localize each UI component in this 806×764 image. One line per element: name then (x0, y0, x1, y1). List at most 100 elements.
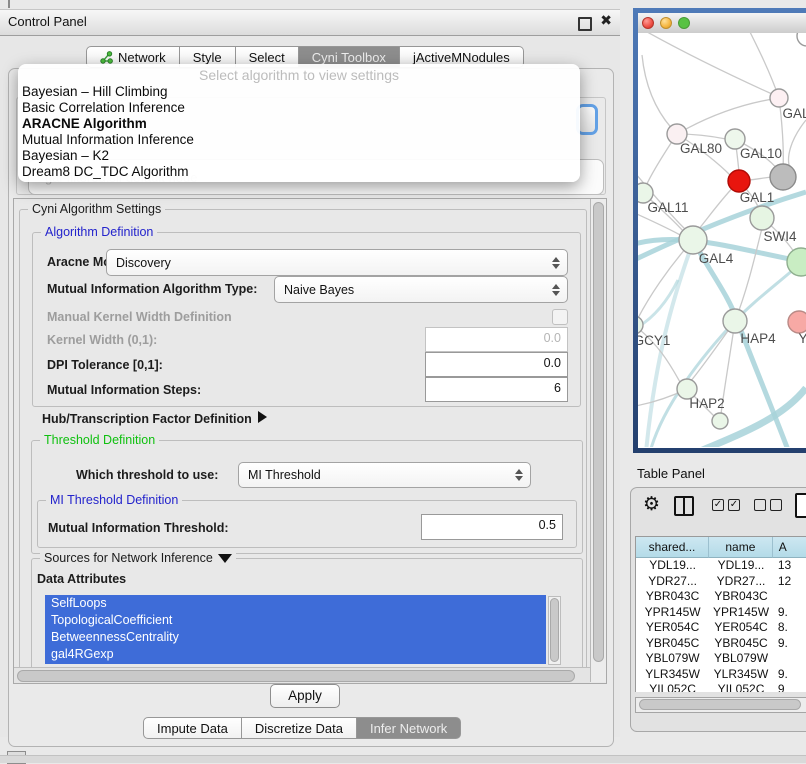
scrollbar-thumb[interactable] (593, 202, 604, 662)
table-cell[interactable]: YER054C (636, 620, 709, 636)
table-cell[interactable]: YBR043C (636, 589, 709, 605)
control-panel-titlebar: Control Panel ✖ (0, 9, 620, 36)
mi-threshold-field[interactable]: 0.5 (421, 514, 563, 540)
network-edge[interactable] (642, 55, 677, 134)
attributes-list-scrollbar[interactable] (548, 596, 561, 665)
scrollbar-thumb[interactable] (550, 598, 559, 662)
settings-vertical-scrollbar[interactable] (590, 199, 606, 682)
algorithm-option[interactable]: Dream8 DC_TDC Algorithm (22, 164, 576, 180)
network-node[interactable] (788, 311, 806, 333)
table-cell[interactable] (773, 589, 806, 605)
checked-checkbox-icon[interactable]: ✓ (728, 499, 740, 511)
table-row[interactable]: YDR27...YDR27...12 (636, 574, 806, 590)
table-cell[interactable]: YBL079W (636, 651, 709, 667)
gear-icon[interactable]: ⚙ (643, 493, 660, 516)
table-cell[interactable]: YPR145W (636, 605, 709, 621)
columns-icon[interactable] (674, 496, 694, 516)
column-header[interactable]: shared... (636, 537, 709, 558)
table-row[interactable]: YLR345WYLR345W9. (636, 667, 806, 683)
unchecked-checkbox-icon[interactable] (754, 499, 766, 511)
close-icon[interactable]: ✖ (600, 12, 612, 29)
network-node[interactable] (728, 170, 750, 192)
table-cell[interactable]: 8. (773, 620, 806, 636)
attribute-list-item[interactable]: SelfLoops (45, 595, 546, 612)
table-cell[interactable]: YBR043C (709, 589, 773, 605)
table-row[interactable]: YBR045CYBR045C9. (636, 636, 806, 652)
attribute-list-item[interactable]: BetweennessCentrality (45, 629, 546, 646)
data-attributes-list[interactable]: SelfLoopsTopologicalCoefficientBetweenne… (45, 595, 546, 664)
mi-steps-field[interactable]: 6 (425, 377, 568, 402)
table-cell[interactable]: YIL052C (709, 682, 773, 692)
zoom-traffic-light-icon[interactable] (678, 17, 690, 29)
unchecked-checkbox-icon[interactable] (770, 499, 782, 511)
network-edge[interactable] (748, 33, 779, 98)
table-cell[interactable]: YBL079W (709, 651, 773, 667)
manual-kernel-checkbox[interactable] (552, 309, 568, 325)
network-edge[interactable] (677, 98, 779, 134)
network-node[interactable] (712, 413, 728, 429)
algorithm-option[interactable]: ARACNE Algorithm (22, 116, 576, 132)
algorithm-option[interactable]: Mutual Information Inference (22, 132, 576, 148)
table-cell[interactable]: YDR27... (709, 574, 773, 590)
kernel-width-field[interactable]: 0.0 (425, 327, 568, 352)
table-cell[interactable]: YDL19... (636, 558, 709, 574)
table-horizontal-scrollbar[interactable] (635, 697, 806, 713)
network-edge[interactable] (640, 33, 772, 94)
hub-definition-toggle[interactable]: Hub/Transcription Factor Definition (42, 411, 267, 426)
settings-horizontal-scrollbar[interactable] (14, 667, 590, 683)
minimize-traffic-light-icon[interactable] (660, 17, 672, 29)
table-cell[interactable]: 9. (773, 636, 806, 652)
network-canvas[interactable]: GALGAL80GAL10GAL1GAL11SWI4GAL4GCY1HAP4YH… (638, 33, 806, 447)
aracne-mode-combobox[interactable]: Discovery (106, 249, 568, 276)
column-header[interactable]: name (709, 537, 773, 558)
mi-algorithm-type-combobox[interactable]: Naive Bayes (274, 276, 568, 303)
dpi-tolerance-field[interactable]: 0.0 (425, 352, 568, 377)
apply-button[interactable]: Apply (270, 684, 340, 708)
tab-impute-data[interactable]: Impute Data (143, 717, 242, 739)
network-node[interactable] (770, 164, 796, 190)
column-header[interactable]: A (773, 537, 806, 558)
sources-toggle[interactable]: Sources for Network Inference (40, 551, 236, 565)
table-cell[interactable]: YDR27... (636, 574, 709, 590)
attribute-list-item[interactable]: TopologicalCoefficient (45, 612, 546, 629)
scrollbar-thumb[interactable] (17, 670, 575, 682)
table-cell[interactable] (773, 651, 806, 667)
float-window-icon[interactable] (578, 17, 592, 31)
table-cell[interactable]: YBR045C (636, 636, 709, 652)
which-threshold-combobox[interactable]: MI Threshold (238, 462, 531, 488)
table-row[interactable]: YPR145WYPR145W9. (636, 605, 806, 621)
tab-discretize-data[interactable]: Discretize Data (242, 717, 357, 739)
algorithm-option[interactable]: Basic Correlation Inference (22, 100, 576, 116)
table-row[interactable]: YDL19...YDL19...13 (636, 558, 806, 574)
close-traffic-light-icon[interactable] (642, 17, 654, 29)
table-row[interactable]: YIL052CYIL052C9 (636, 682, 806, 692)
table-cell[interactable]: YPR145W (709, 605, 773, 621)
table-cell[interactable]: YBR045C (709, 636, 773, 652)
table-cell[interactable]: YER054C (709, 620, 773, 636)
table-cell[interactable]: YLR345W (709, 667, 773, 683)
algorithm-option[interactable]: Bayesian – Hill Climbing (22, 84, 576, 100)
table-cell[interactable]: 9. (773, 667, 806, 683)
table-cell[interactable]: YIL052C (636, 682, 709, 692)
table-cell[interactable]: 9 (773, 682, 806, 692)
scrollbar-thumb[interactable] (639, 699, 801, 710)
network-node[interactable] (797, 33, 806, 46)
table-row[interactable]: YBL079WYBL079W (636, 651, 806, 667)
table-row[interactable]: YBR043CYBR043C (636, 589, 806, 605)
network-node[interactable] (770, 89, 788, 107)
table-cell[interactable]: 9. (773, 605, 806, 621)
table-cell[interactable]: 13 (773, 558, 806, 574)
network-node[interactable] (679, 226, 707, 254)
table-cell[interactable]: YDL19... (709, 558, 773, 574)
table-row[interactable]: YER054CYER054C8. (636, 620, 806, 636)
network-node[interactable] (750, 206, 774, 230)
tab-infer-network[interactable]: Infer Network (357, 717, 461, 739)
attribute-list-item[interactable]: gal4RGexp (45, 646, 546, 663)
network-node[interactable] (723, 309, 747, 333)
network-edge[interactable] (789, 120, 806, 168)
checked-checkbox-icon[interactable]: ✓ (712, 499, 724, 511)
document-icon[interactable] (795, 493, 806, 518)
table-cell[interactable]: 12 (773, 574, 806, 590)
algorithm-option[interactable]: Bayesian – K2 (22, 148, 576, 164)
table-cell[interactable]: YLR345W (636, 667, 709, 683)
